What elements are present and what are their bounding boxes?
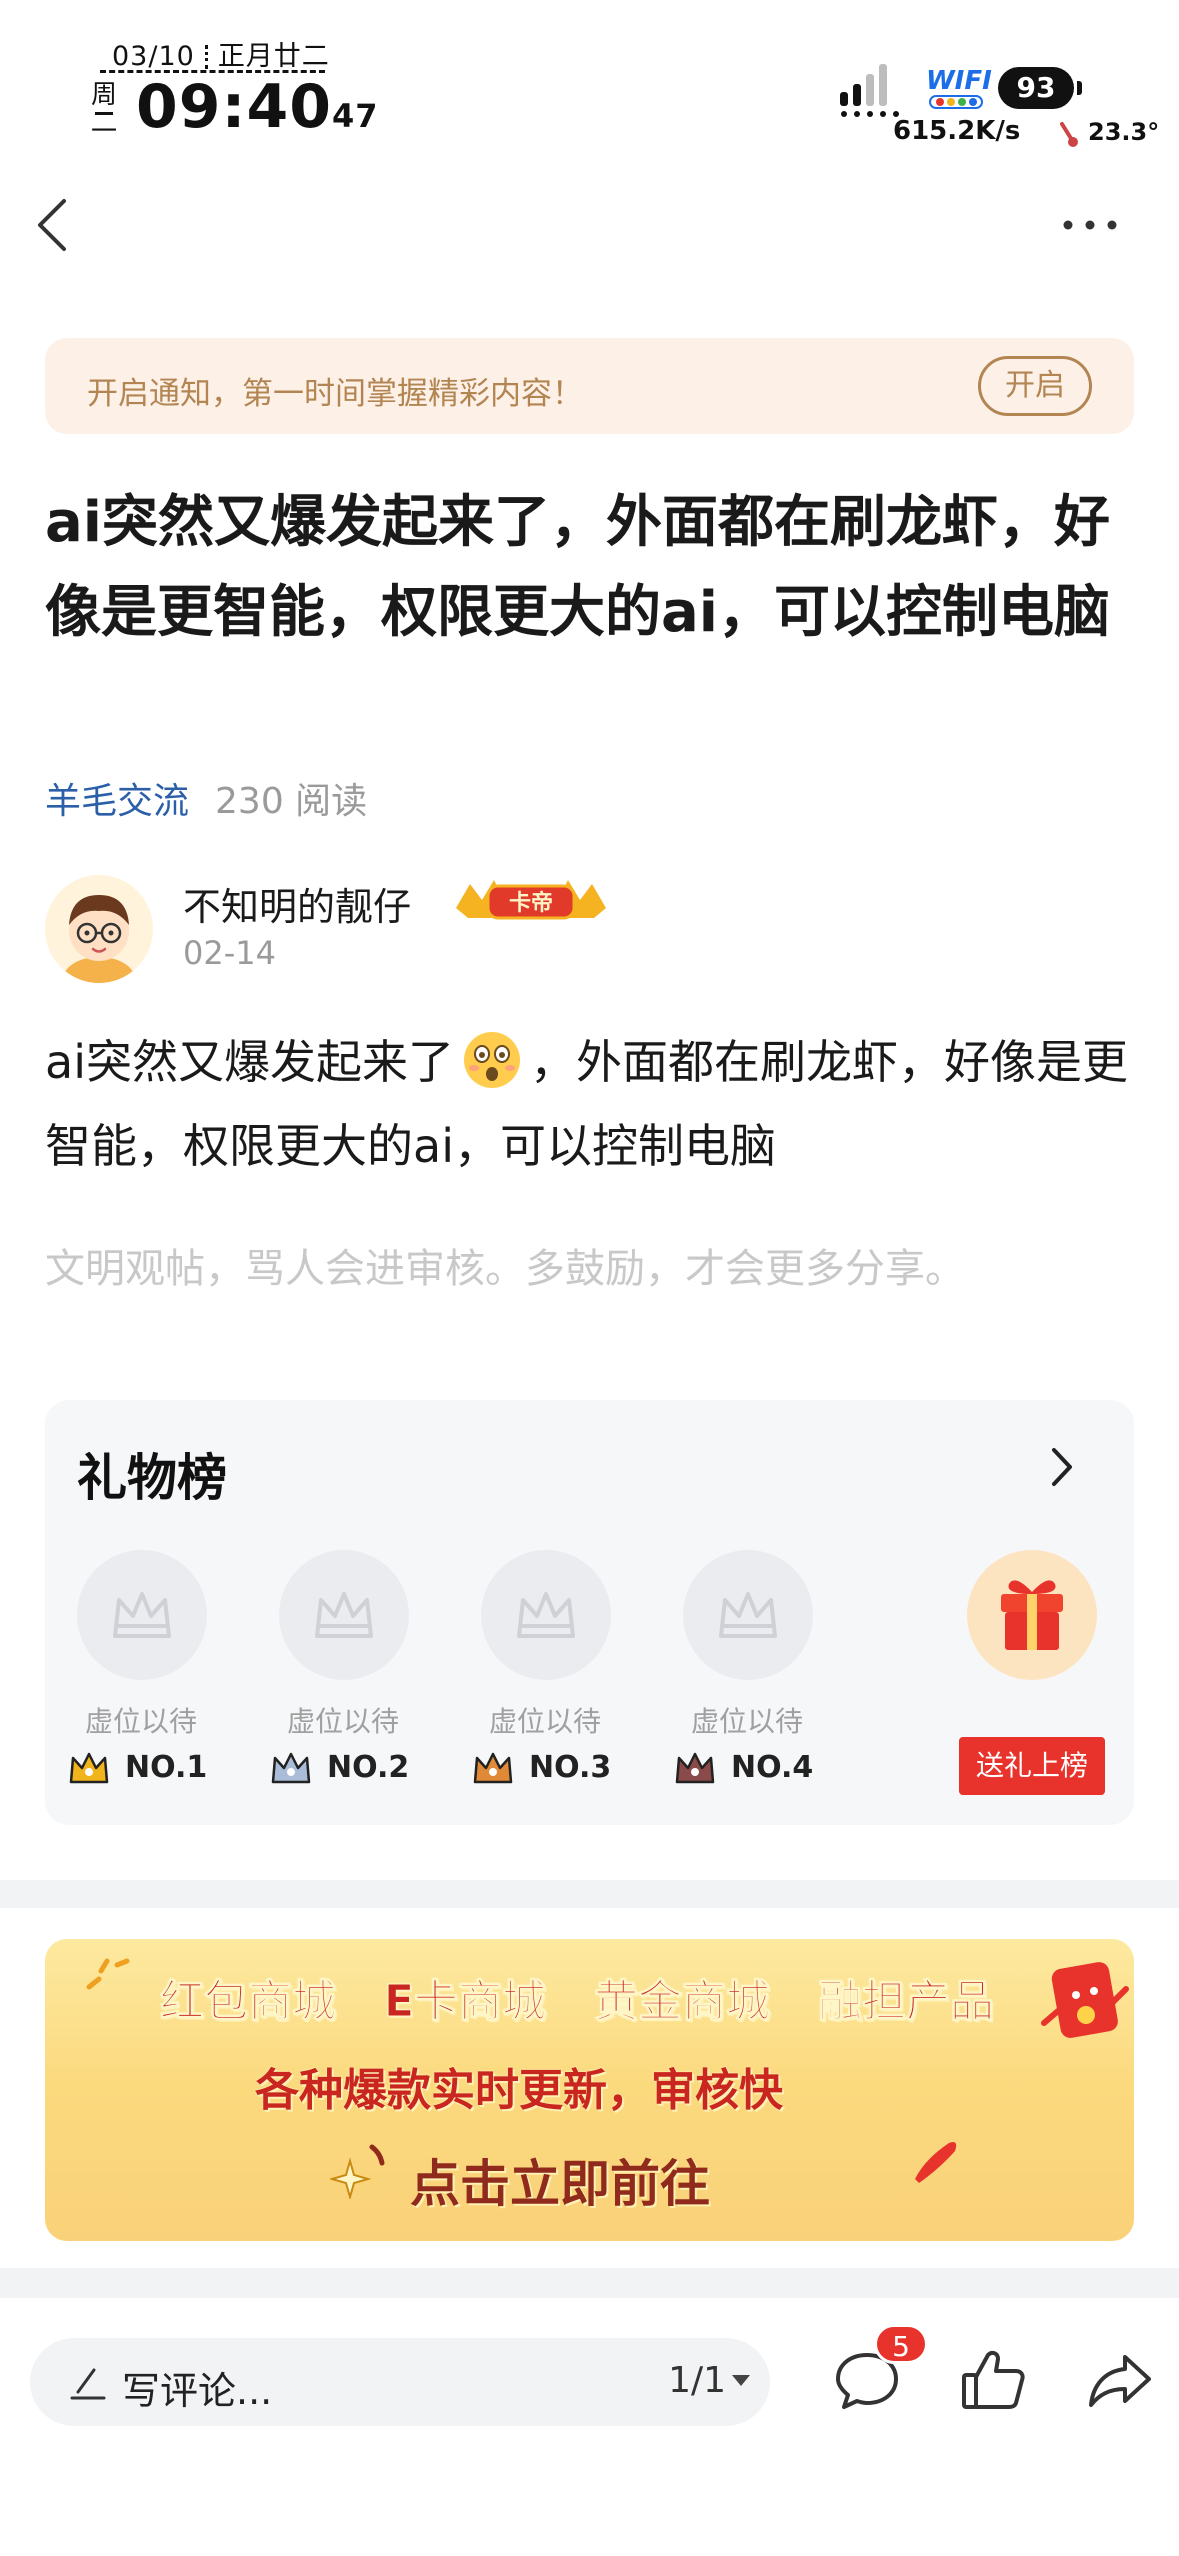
back-chevron-icon[interactable] [30,195,74,255]
enable-notification-button[interactable]: 开启 [978,356,1092,416]
promo-banner[interactable]: 红包商城 E卡商城 黄金商城 融担产品 各种爆款实时更新，审核快 点击立即前往 [45,1939,1134,2241]
gift-slot-rank: NO.3 [471,1748,631,1788]
net-speed: 615.2K/s [893,116,1021,146]
author-badge: 卡帝 [456,880,606,920]
thermometer-icon [1060,122,1078,147]
clock-time: 09:40 [136,72,332,142]
comment-count-badge: 5 [874,2324,928,2364]
section-divider [0,1880,1179,1908]
post-date: 02-14 [183,934,276,972]
gift-slot-rank: NO.4 [673,1748,833,1788]
gift-slot-3[interactable]: 虚位以待 NO.3 [465,1550,625,1800]
crown-outline-icon [719,1592,777,1638]
gift-slot-label: 虚位以待 [488,1705,601,1738]
sparkle-rays-icon [86,1958,130,1990]
gift-slot-rank-text: NO.1 [125,1750,208,1785]
section-divider [0,2268,1179,2298]
gift-box-icon [1001,1580,1063,1650]
battery-indicator: 93 [998,67,1082,109]
pencil-icon [70,2368,106,2400]
promo-link-gold[interactable]: 黄金商城 [594,1965,771,2029]
gift-slot-circle [279,1550,409,1680]
weekday: 周 一 [90,82,118,145]
avatar-cartoon-icon [45,875,153,983]
gift-slot-4[interactable]: 虚位以待 NO.4 [667,1550,827,1800]
gift-board-title: 礼物榜 [77,1449,227,1507]
send-gift-button[interactable]: 送礼上榜 [959,1737,1105,1795]
gift-slot-rank: NO.1 [67,1748,227,1788]
temperature: 23.3° [1088,118,1160,146]
crown-outline-icon [517,1592,575,1638]
author-name[interactable]: 不知明的靓仔 [183,876,411,931]
gift-slot-rank: NO.2 [269,1748,429,1788]
shocked-face-emoji-icon [463,1032,520,1088]
promo-link-guarantee[interactable]: 融担产品 [818,1965,995,2029]
date-text: 03/10 [112,41,195,72]
crown-outline-icon [113,1592,171,1638]
promo-subtitle: 各种爆款实时更新，审核快 [255,2065,783,2116]
wifi-label: WIFI [926,66,992,96]
crown-outline-icon [315,1592,373,1638]
author-badge-text: 卡帝 [509,890,553,916]
gift-slot-circle [683,1550,813,1680]
read-count: 230 阅读 [215,781,368,822]
gift-slot-rank-text: NO.3 [529,1750,612,1785]
gift-slot-2[interactable]: 虚位以待 NO.2 [263,1550,423,1800]
post-body: ai突然又爆发起来了 ，外面都在刷龙虾，好像是更智能，权限更大的ai，可以控制电… [45,1020,1135,1188]
rank-crown-icon [69,1752,109,1784]
comment-placeholder: 写评论... [122,2369,273,2413]
clock-seconds: 47 [332,97,379,135]
gift-slot-circle [481,1550,611,1680]
lunar-date-text: 正月廿二 [217,41,330,72]
signal-icon [840,64,899,117]
gift-slot-label: 虚位以待 [690,1705,803,1738]
page-indicator[interactable]: 1/1 [668,2360,750,2401]
sparkle-star-icon [330,2144,385,2199]
gift-slot-rank-text: NO.2 [327,1750,410,1785]
status-date: 03/10 正月廿二 [112,34,330,73]
weekday-top: 周 [90,80,117,110]
promo-link-hongbao[interactable]: 红包商城 [160,1965,337,2029]
rank-crown-icon [473,1752,513,1784]
comment-input[interactable]: 写评论... 1/1 [30,2338,770,2426]
gift-board-chevron-right-icon[interactable] [1048,1442,1078,1492]
thumbs-up-icon[interactable] [958,2345,1028,2415]
promo-link-ecard[interactable]: E卡商城 [383,1965,546,2029]
share-arrow-icon[interactable] [1085,2345,1155,2415]
rank-crown-icon [675,1752,715,1784]
wifi-indicator-icon [929,95,983,109]
weekday-bottom: 一 [90,117,117,147]
gift-slot-1[interactable]: 虚位以待 NO.1 [61,1550,221,1800]
gift-slot-circle [77,1550,207,1680]
gift-board: 礼物榜 虚位以待 NO.1 虚位以待 NO.2 虚位以待 NO.3 虚位以待 N… [45,1400,1134,1825]
community-hint: 文明观帖，骂人会进审核。多鼓励，才会更多分享。 [45,1246,965,1292]
post-title: ai突然又爆发起来了，外面都在刷龙虾，好像是更智能，权限更大的ai，可以控制电脑 [45,490,1110,645]
more-dots-icon[interactable] [1060,210,1120,240]
promo-cta[interactable]: 点击立即前往 [410,2144,710,2216]
post-meta: 羊毛交流 230 阅读 [45,772,367,824]
gift-slot-label: 虚位以待 [84,1705,197,1738]
author-avatar[interactable] [45,875,153,983]
page-indicator-text: 1/1 [668,2360,726,2401]
channel-link[interactable]: 羊毛交流 [45,781,189,822]
notification-banner: 开启通知，第一时间掌握精彩内容！ 开启 [45,338,1134,434]
post-body-part1: ai突然又爆发起来了 [45,1035,454,1089]
notification-text: 开启通知，第一时间掌握精彩内容！ [87,376,583,412]
gift-slot-rank-text: NO.4 [731,1750,814,1785]
gift-slot-label: 虚位以待 [286,1705,399,1738]
red-envelope-mascot-icon [1041,1962,1129,2038]
clock: 09:4047 [136,72,379,142]
chili-decoration-icon [915,2142,957,2183]
promo-links: 红包商城 E卡商城 黄金商城 融担产品 [160,1965,995,2029]
rank-crown-icon [271,1752,311,1784]
gift-box-button[interactable] [967,1550,1097,1680]
